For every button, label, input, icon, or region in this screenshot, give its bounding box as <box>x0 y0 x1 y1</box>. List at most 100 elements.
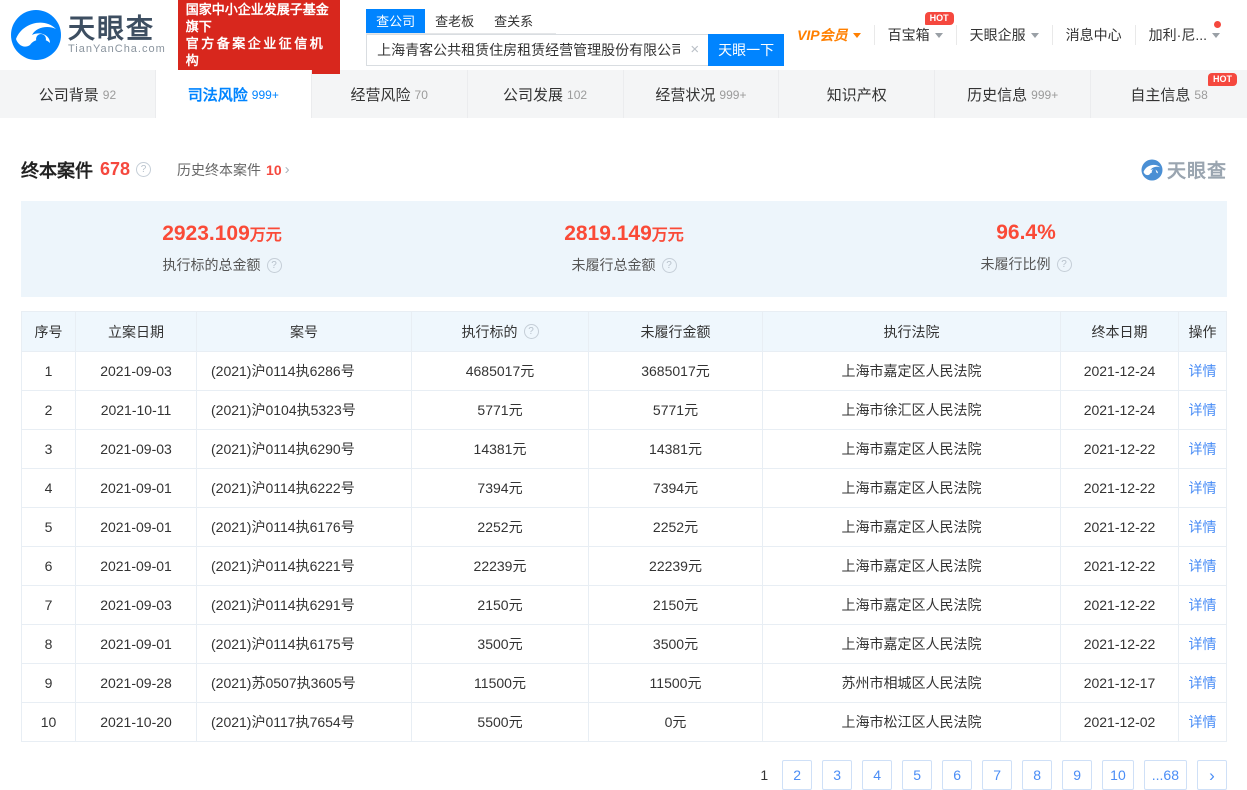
row-6-col-2: 2021-09-01 <box>76 547 197 586</box>
detail-link[interactable]: 详情 <box>1189 400 1217 420</box>
row-1-col-5: 3685017元 <box>589 352 763 391</box>
circle-question-icon[interactable]: ? <box>136 162 151 177</box>
stat-label: 未履行总金额? <box>423 255 825 275</box>
page-button-9[interactable]: 9 <box>1062 760 1092 790</box>
detail-link[interactable]: 详情 <box>1189 478 1217 498</box>
circle-question-icon[interactable]: ? <box>267 258 282 273</box>
detail-link[interactable]: 详情 <box>1189 595 1217 615</box>
page-button-6[interactable]: 6 <box>942 760 972 790</box>
row-2-col-4: 5771元 <box>412 391 589 430</box>
row-4-col-2: 2021-09-01 <box>76 469 197 508</box>
row-1-col-1: 1 <box>22 352 76 391</box>
row-2-col-5: 5771元 <box>589 391 763 430</box>
search-tab-1[interactable]: 查公司 <box>366 9 425 33</box>
detail-link[interactable]: 详情 <box>1189 361 1217 381</box>
main-tab-3[interactable]: 经营风险70 <box>312 70 468 118</box>
row-1-col-6: 上海市嘉定区人民法院 <box>763 352 1061 391</box>
detail-link[interactable]: 详情 <box>1189 712 1217 732</box>
search-tab-2[interactable]: 查老板 <box>425 9 484 33</box>
column-header-5: 未履行金额 <box>589 312 763 352</box>
nav-item-1[interactable]: VIP会员 <box>784 25 874 45</box>
nav-item-2[interactable]: 百宝箱HOT <box>874 25 956 45</box>
circle-question-icon[interactable]: ? <box>1057 257 1072 272</box>
detail-link[interactable]: 详情 <box>1189 634 1217 654</box>
page-button-4[interactable]: 4 <box>862 760 892 790</box>
row-4-actions: 详情 <box>1179 469 1227 508</box>
certification-line2: 官方备案企业征信机构 <box>186 35 332 69</box>
detail-link[interactable]: 详情 <box>1189 673 1217 693</box>
main-tab-1[interactable]: 公司背景92 <box>0 70 156 118</box>
circle-question-icon[interactable]: ? <box>662 258 677 273</box>
history-cases-link[interactable]: 历史终本案件 10 › <box>177 160 290 180</box>
row-5-col-6: 上海市嘉定区人民法院 <box>763 508 1061 547</box>
row-6-actions: 详情 <box>1179 547 1227 586</box>
detail-link[interactable]: 详情 <box>1189 517 1217 537</box>
row-8-col-6: 上海市嘉定区人民法院 <box>763 625 1061 664</box>
nav-item-label: 消息中心 <box>1066 25 1122 45</box>
brand-domain: TianYanCha.com <box>68 43 166 55</box>
row-7-col-5: 2150元 <box>589 586 763 625</box>
nav-item-4[interactable]: 消息中心 <box>1052 25 1135 45</box>
row-8-col-1: 8 <box>22 625 76 664</box>
search-button[interactable]: 天眼一下 <box>708 34 784 66</box>
nav-item-3[interactable]: 天眼企服 <box>956 25 1052 45</box>
stat-value: 2819.149万元 <box>423 221 825 246</box>
watermark-eye-icon <box>1141 159 1163 181</box>
circle-question-icon[interactable]: ? <box>524 324 539 339</box>
section-header: 终本案件 678 ? 历史终本案件 10 › 天眼查 <box>21 156 1227 183</box>
stat-unit: 万元 <box>250 227 282 244</box>
row-1-actions: 详情 <box>1179 352 1227 391</box>
page-button-last-68[interactable]: ...68 <box>1144 760 1187 790</box>
page-button-10[interactable]: 10 <box>1102 760 1134 790</box>
main-tab-2[interactable]: 司法风险999+ <box>156 70 312 118</box>
row-8-col-2: 2021-09-01 <box>76 625 197 664</box>
main-tab-4[interactable]: 公司发展102 <box>468 70 624 118</box>
clear-search-icon[interactable]: × <box>690 42 699 57</box>
section-title: 终本案件 <box>21 157 93 183</box>
stat-3: 96.4%未履行比例? <box>825 221 1227 275</box>
main-tab-label: 历史信息 <box>967 84 1027 105</box>
hot-badge: HOT <box>925 12 954 25</box>
detail-link[interactable]: 详情 <box>1189 556 1217 576</box>
page-button-2[interactable]: 2 <box>782 760 812 790</box>
tianyancha-logo[interactable]: 天眼查 TianYanCha.com <box>10 9 166 61</box>
page-button-3[interactable]: 3 <box>822 760 852 790</box>
row-3-col-7: 2021-12-22 <box>1061 430 1179 469</box>
page-button-5[interactable]: 5 <box>902 760 932 790</box>
main-tab-5[interactable]: 经营状况999+ <box>624 70 780 118</box>
nav-item-5[interactable]: 加利·尼... <box>1135 25 1233 45</box>
row-10-col-2: 2021-10-20 <box>76 703 197 742</box>
main-tab-6[interactable]: 知识产权 <box>779 70 935 118</box>
next-page-button[interactable]: › <box>1197 760 1227 790</box>
row-5-actions: 详情 <box>1179 508 1227 547</box>
row-3-actions: 详情 <box>1179 430 1227 469</box>
watermark-text: 天眼查 <box>1167 156 1227 183</box>
page-button-7[interactable]: 7 <box>982 760 1012 790</box>
column-header-2: 立案日期 <box>76 312 197 352</box>
row-5-col-3: (2021)沪0114执6176号 <box>197 508 412 547</box>
main-tab-8[interactable]: 自主信息58HOT <box>1091 70 1247 118</box>
row-7-col-7: 2021-12-22 <box>1061 586 1179 625</box>
row-3-col-2: 2021-09-03 <box>76 430 197 469</box>
chevron-down-icon <box>853 33 861 38</box>
row-9-col-5: 11500元 <box>589 664 763 703</box>
nav-item-label: 百宝箱 <box>888 25 930 45</box>
row-4-col-3: (2021)沪0114执6222号 <box>197 469 412 508</box>
row-6-col-1: 6 <box>22 547 76 586</box>
main-tab-count: 999+ <box>1031 88 1058 102</box>
page-button-8[interactable]: 8 <box>1022 760 1052 790</box>
row-8-col-4: 3500元 <box>412 625 589 664</box>
row-1-col-2: 2021-09-03 <box>76 352 197 391</box>
detail-link[interactable]: 详情 <box>1189 439 1217 459</box>
row-4-col-6: 上海市嘉定区人民法院 <box>763 469 1061 508</box>
row-2-actions: 详情 <box>1179 391 1227 430</box>
search-input[interactable] <box>366 34 708 66</box>
top-nav: VIP会员百宝箱HOT天眼企服消息中心加利·尼... <box>784 15 1233 55</box>
main-tab-label: 公司发展 <box>503 84 563 105</box>
certification-line1: 国家中小企业发展子基金旗下 <box>186 1 332 35</box>
main-tab-7[interactable]: 历史信息 999+ <box>935 70 1091 118</box>
main-tab-count: 999+ <box>719 88 746 102</box>
row-2-col-1: 2 <box>22 391 76 430</box>
column-header-4: 执行标的? <box>412 312 589 352</box>
search-tab-3[interactable]: 查关系 <box>484 9 543 33</box>
